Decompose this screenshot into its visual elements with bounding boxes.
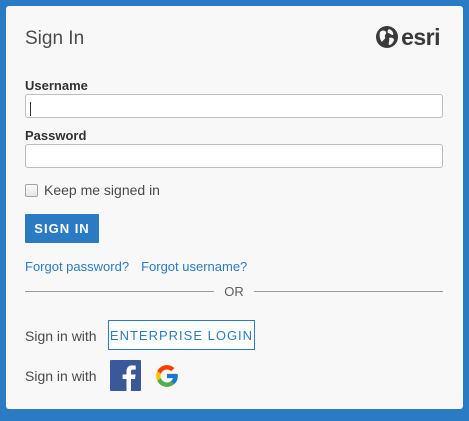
facebook-icon[interactable] [110,360,141,391]
page-title: Sign In [25,28,85,49]
logo-text: esri [401,23,440,50]
keep-signed-in-checkbox[interactable] [25,183,38,197]
sign-in-card: Sign In esri Username Password Keep me s… [6,6,463,409]
enterprise-sign-in-label: Sign in with [25,328,97,344]
username-field[interactable] [25,94,443,118]
enterprise-login-button[interactable]: ENTERPRISE LOGIN [108,320,255,350]
esri-logo: esri [375,25,440,49]
globe-icon [376,26,399,48]
or-text: OR [224,283,244,299]
keep-signed-in-row[interactable]: Keep me signed in [25,182,160,198]
google-icon[interactable] [154,363,180,389]
social-sign-in-label: Sign in with [25,368,97,384]
forgot-password-link[interactable]: Forgot password? [25,259,129,274]
divider-line-left [25,290,215,292]
password-label: Password [25,128,87,143]
sign-in-button[interactable]: SIGN IN [25,214,99,243]
username-label: Username [25,78,88,93]
forgot-links: Forgot password? Forgot username? [25,259,247,274]
password-field[interactable] [25,144,443,168]
or-divider: OR [25,283,443,299]
forgot-username-link[interactable]: Forgot username? [141,259,247,274]
keep-signed-in-label[interactable]: Keep me signed in [44,182,160,198]
divider-line-right [253,290,443,292]
text-caret [30,102,31,116]
